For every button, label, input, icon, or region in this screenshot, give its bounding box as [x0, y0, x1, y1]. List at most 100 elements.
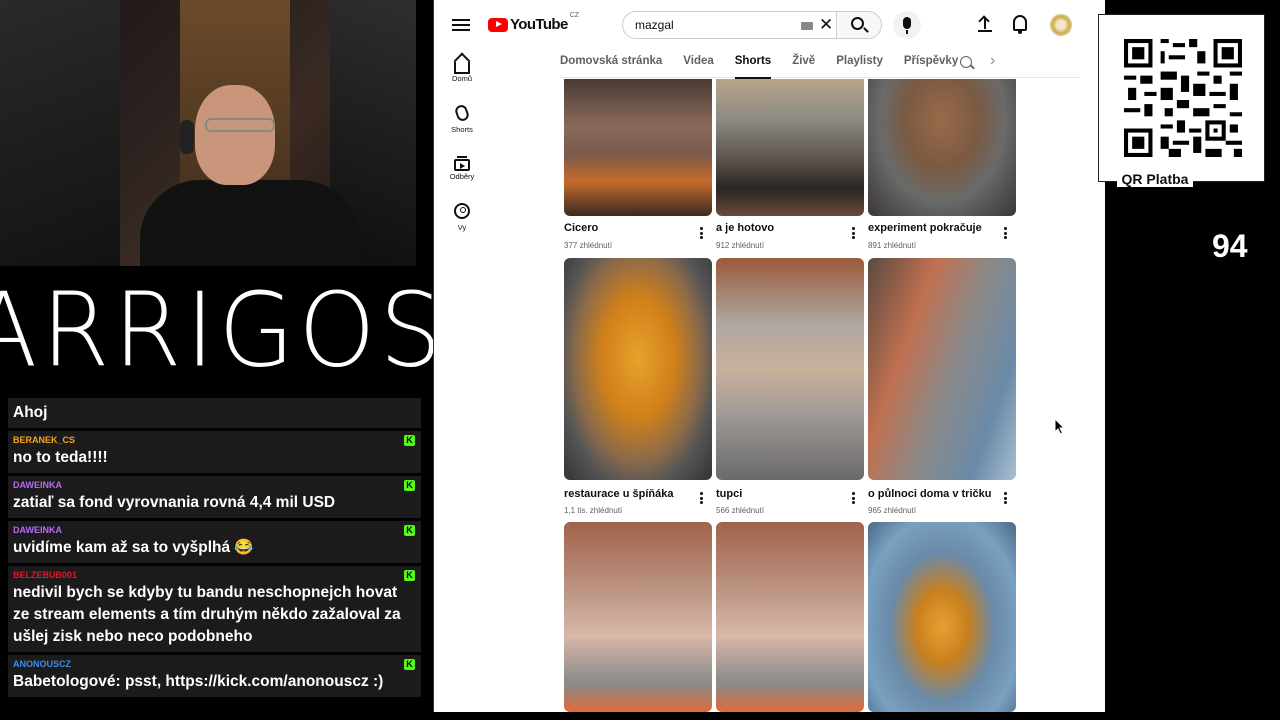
- short-title[interactable]: tupci: [716, 488, 846, 500]
- short-title[interactable]: experiment pokračuje: [868, 222, 998, 234]
- more-options-icon[interactable]: [700, 227, 704, 239]
- viewer-counter: 94: [1212, 228, 1248, 264]
- short-views: 1,1 tis. zhlédnutí: [564, 506, 623, 515]
- chat-username[interactable]: BELZEBUB001: [13, 570, 416, 580]
- home-icon: [454, 62, 470, 74]
- account-avatar[interactable]: [1050, 14, 1072, 36]
- chat-message: BERANEK_CS K no to teda!!!!: [8, 431, 421, 473]
- short-title[interactable]: a je hotovo: [716, 222, 846, 234]
- you-icon: [454, 203, 470, 219]
- short-views: 891 zhlédnutí: [868, 241, 917, 250]
- short-title[interactable]: Cicero: [564, 222, 694, 234]
- short-card[interactable]: [868, 522, 1016, 712]
- voice-search-button[interactable]: [893, 11, 921, 39]
- glasses: [205, 118, 275, 132]
- keyboard-icon[interactable]: [801, 22, 813, 30]
- webcam-feed: [0, 0, 416, 266]
- chat-username[interactable]: BERANEK_CS: [13, 435, 416, 445]
- search-icon: [851, 17, 864, 30]
- chat-message-text: Babetologové: psst, https://kick.com/ano…: [13, 673, 384, 690]
- subscriptions-icon: [454, 156, 470, 171]
- short-card[interactable]: [564, 522, 712, 712]
- chat-message: ANONOUSCZ K Babetologové: psst, https://…: [8, 655, 421, 697]
- sidebar-item-label: Domů: [451, 74, 472, 83]
- short-views: 377 zhlédnutí: [564, 241, 613, 250]
- more-options-icon[interactable]: [1004, 492, 1008, 504]
- country-code: CZ: [569, 12, 580, 19]
- short-card[interactable]: [716, 522, 864, 712]
- chat-username[interactable]: ANONOUSCZ: [13, 659, 416, 669]
- short-card[interactable]: o půlnoci doma v tričku 965 zhlédnutí: [868, 258, 1016, 515]
- chat-message-text: nedivil bych se kdyby tu bandu neschopne…: [13, 584, 401, 645]
- short-thumbnail[interactable]: [868, 79, 1016, 216]
- more-options-icon[interactable]: [852, 492, 856, 504]
- short-views: 965 zhlédnutí: [868, 506, 917, 515]
- short-title[interactable]: o půlnoci doma v tričku: [868, 488, 998, 500]
- clear-search-icon[interactable]: ✕: [819, 15, 833, 35]
- chat-username[interactable]: DAWEINKA: [13, 480, 416, 490]
- tab-home[interactable]: Domovská stránka: [560, 50, 662, 78]
- short-thumbnail[interactable]: [564, 522, 712, 712]
- short-title[interactable]: restaurace u špíňáka: [564, 488, 694, 500]
- sidebar-item-subscriptions[interactable]: Odběry: [434, 148, 490, 181]
- more-options-icon[interactable]: [852, 227, 856, 239]
- short-card[interactable]: restaurace u špíňáka 1,1 tis. zhlédnutí: [564, 258, 712, 515]
- short-views: 912 zhlédnutí: [716, 241, 765, 250]
- qr-code-panel: [1098, 14, 1265, 182]
- youtube-play-icon: [488, 17, 508, 32]
- chat-panel: Ahoj BERANEK_CS K no to teda!!!! DAWEINK…: [8, 398, 421, 700]
- streamer-head: [195, 85, 275, 185]
- qr-label: QR Platba: [1117, 171, 1193, 187]
- youtube-masthead: YouTube CZ mazgal ✕: [434, 0, 1105, 50]
- upload-icon[interactable]: [977, 15, 993, 34]
- channel-logo-text: ARRIGOS: [0, 271, 446, 391]
- search-button[interactable]: [836, 11, 882, 39]
- youtube-logo-text: YouTube: [510, 16, 568, 33]
- qr-code-icon: [1124, 39, 1242, 157]
- short-thumbnail[interactable]: [564, 258, 712, 480]
- sidebar-item-shorts[interactable]: Shorts: [434, 97, 490, 134]
- streamer-body: [140, 180, 360, 266]
- short-card[interactable]: Cicero 377 zhlédnutí: [564, 79, 712, 250]
- search-input[interactable]: mazgal ✕: [622, 11, 836, 39]
- shorts-icon: [453, 103, 471, 123]
- sidebar-item-home[interactable]: Domů: [434, 50, 490, 83]
- acoustic-panel-left: [0, 0, 120, 266]
- short-thumbnail[interactable]: [564, 79, 712, 216]
- chat-message-text: no to teda!!!!: [13, 449, 108, 466]
- chevron-right-icon[interactable]: ›: [990, 52, 995, 70]
- short-views: 566 zhlédnutí: [716, 506, 765, 515]
- tab-videos[interactable]: Videa: [683, 50, 713, 78]
- more-options-icon[interactable]: [1004, 227, 1008, 239]
- short-card[interactable]: tupci 566 zhlédnutí: [716, 258, 864, 515]
- tab-playlists[interactable]: Playlisty: [836, 50, 883, 78]
- chat-message-text: zatiaľ sa fond vyrovnania rovná 4,4 mil …: [13, 494, 336, 511]
- menu-icon[interactable]: [452, 16, 470, 34]
- channel-search-icon[interactable]: [960, 56, 972, 68]
- sidebar-item-you[interactable]: Vy: [434, 195, 490, 232]
- youtube-window: YouTube CZ mazgal ✕ Domů Shorts Odběry V…: [433, 0, 1105, 712]
- chat-message: DAWEINKA K uvidíme kam až sa to vyšplhá …: [8, 521, 421, 563]
- kick-badge-icon: K: [404, 525, 415, 536]
- tab-posts[interactable]: Příspěvky: [904, 50, 958, 78]
- kick-badge-icon: K: [404, 570, 415, 581]
- tab-shorts[interactable]: Shorts: [734, 50, 772, 79]
- short-card[interactable]: a je hotovo 912 zhlédnutí: [716, 79, 864, 250]
- kick-badge-icon: K: [404, 480, 415, 491]
- channel-tabs: Domovská stránka Videa Shorts Živě Playl…: [560, 50, 1080, 79]
- short-thumbnail[interactable]: [716, 79, 864, 216]
- short-thumbnail[interactable]: [868, 522, 1016, 712]
- tab-live[interactable]: Živě: [792, 50, 815, 78]
- chat-message: Ahoj: [8, 398, 421, 428]
- channel-logo: ARRIGOS: [0, 266, 442, 396]
- kick-badge-icon: K: [404, 435, 415, 446]
- more-options-icon[interactable]: [700, 492, 704, 504]
- notifications-bell-icon[interactable]: [1013, 15, 1027, 34]
- short-card[interactable]: experiment pokračuje 891 zhlédnutí: [868, 79, 1016, 250]
- short-thumbnail[interactable]: [716, 258, 864, 480]
- chat-username[interactable]: DAWEINKA: [13, 525, 416, 535]
- youtube-logo[interactable]: YouTube CZ: [488, 12, 579, 33]
- mic-icon: [903, 17, 911, 29]
- short-thumbnail[interactable]: [868, 258, 1016, 480]
- short-thumbnail[interactable]: [716, 522, 864, 712]
